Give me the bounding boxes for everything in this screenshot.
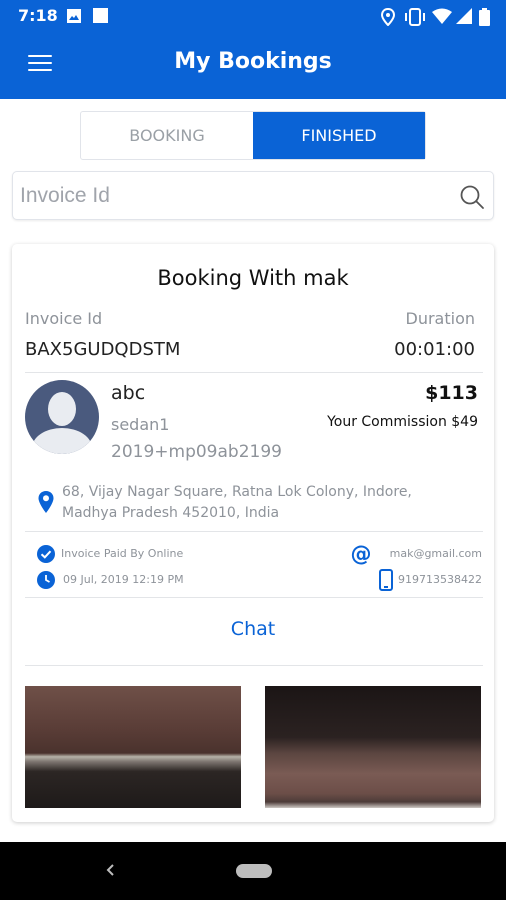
back-icon[interactable] <box>103 859 117 881</box>
svg-text:@: @ <box>351 543 372 565</box>
divider <box>25 372 483 373</box>
booking-date: 09 Jul, 2019 12:19 PM <box>63 573 184 586</box>
booking-title: Booking With mak <box>157 266 349 290</box>
email-at-icon: @ <box>351 543 372 565</box>
payment-status: Invoice Paid By Online <box>61 547 184 560</box>
home-pill-icon[interactable] <box>236 864 272 878</box>
commission-text: Your Commission $49 <box>327 414 478 430</box>
wifi-icon <box>432 8 452 24</box>
system-nav-bar <box>0 842 506 900</box>
search-bar <box>12 171 494 220</box>
tab-booking[interactable]: BOOKING <box>81 112 253 159</box>
check-circle-icon <box>37 545 55 563</box>
email-value[interactable]: mak@gmail.com <box>390 547 482 560</box>
duration-value: 00:01:00 <box>394 339 475 360</box>
divider <box>25 531 483 532</box>
phone-number[interactable]: 919713538422 <box>398 573 482 586</box>
customer-name: abc <box>111 382 146 404</box>
phone-icon <box>379 569 393 591</box>
status-bar: 7:18 <box>0 0 506 33</box>
booking-amount: $113 <box>425 382 478 404</box>
battery-icon <box>479 8 490 26</box>
booking-tabs: BOOKING FINISHED <box>80 111 426 160</box>
square-icon <box>93 8 108 23</box>
location-pin-icon <box>38 491 54 513</box>
duration-label: Duration <box>405 309 476 328</box>
car-type: sedan1 <box>111 415 170 434</box>
vehicle-plate: 2019+mp09ab2199 <box>111 442 282 462</box>
chat-button[interactable]: Chat <box>12 618 494 640</box>
status-time: 7:18 <box>18 6 58 25</box>
page-title: My Bookings <box>174 49 332 74</box>
booking-photo[interactable] <box>25 686 241 808</box>
search-icon[interactable] <box>459 184 485 210</box>
pickup-address: 68, Vijay Nagar Square, Ratna Lok Colony… <box>62 484 412 521</box>
invoice-label: Invoice Id <box>25 309 103 328</box>
location-icon <box>381 8 395 26</box>
booking-photo[interactable] <box>265 686 481 808</box>
invoice-search-input[interactable] <box>20 181 450 211</box>
divider <box>25 665 483 666</box>
booking-card[interactable]: Booking With mak Invoice Id BAX5GUDQDSTM… <box>12 244 494 822</box>
invoice-value: BAX5GUDQDSTM <box>25 339 181 360</box>
image-icon <box>67 9 81 23</box>
clock-icon <box>37 571 55 589</box>
tab-finished[interactable]: FINISHED <box>253 112 425 159</box>
avatar <box>25 380 99 454</box>
divider <box>25 597 483 598</box>
signal-icon <box>456 8 472 24</box>
app-bar: My Bookings <box>0 33 506 99</box>
vibrate-icon <box>405 8 425 26</box>
